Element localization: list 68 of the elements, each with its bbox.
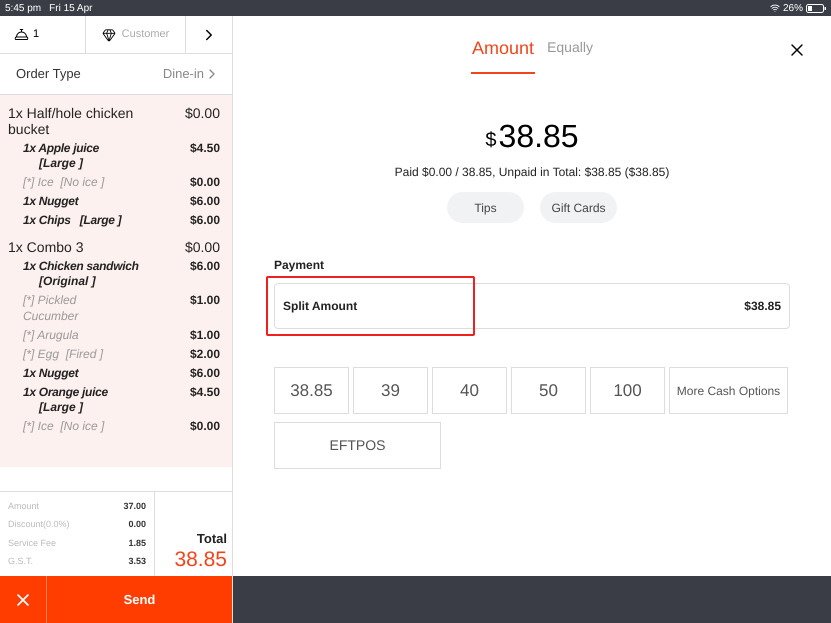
- item-price: $4.50: [190, 140, 221, 156]
- total-label: Total: [196, 530, 227, 548]
- item-price: $6.00: [190, 365, 221, 381]
- cash-option-button[interactable]: 50: [511, 367, 586, 414]
- cash-option-button[interactable]: 100: [590, 367, 665, 414]
- cash-option-button[interactable]: 38.85: [274, 367, 349, 414]
- extra-button[interactable]: Tips: [447, 192, 524, 223]
- payment-value: $38.85: [744, 298, 781, 315]
- summary-value: 1.85: [128, 536, 146, 550]
- summary-value: 37.00: [123, 500, 146, 512]
- item-name: [*] Pickled Cucumber: [22, 292, 80, 324]
- order-type-label: Order Type: [16, 65, 81, 84]
- item-price: $1.00: [190, 327, 221, 343]
- item-name: 1x Combo 3: [7, 239, 84, 255]
- summary-value: 3.53: [128, 555, 146, 568]
- payment-name: Split Amount: [283, 298, 358, 315]
- item-name: 1x Chicken sandwich: [22, 258, 140, 274]
- status-time: 5:45 pm: [5, 2, 42, 16]
- payment-status: Paid $0.00 / 38.85, Unpaid in Total: $38.85 ($38.85): [394, 164, 670, 181]
- item-price: $6.00: [190, 193, 221, 209]
- payment-method-button[interactable]: EFTPOS: [274, 422, 441, 469]
- item-price: $6.00: [190, 258, 221, 274]
- item-price: $0.00: [190, 418, 221, 434]
- item-name: 1x Half/hole chicken bucket: [7, 105, 134, 137]
- item-price: $0.00: [190, 174, 221, 190]
- total-value: 38.85: [174, 548, 227, 572]
- summary-label: G.S.T.: [8, 555, 34, 568]
- customer-placeholder: Customer: [122, 27, 170, 42]
- item-name: 1x Apple juice: [22, 140, 100, 156]
- payment-label: Payment: [274, 257, 326, 274]
- extra-button[interactable]: Gift Cards: [540, 192, 617, 223]
- summary-label: Service Fee: [8, 536, 56, 550]
- amount-value: 38.85: [498, 117, 579, 156]
- summary-label: Amount: [8, 500, 40, 512]
- bell-icon: [14, 27, 29, 42]
- battery-percent: 26%: [782, 2, 803, 16]
- item-option: [Large ]: [0, 156, 150, 171]
- item-name: 1x Chips [Large ]: [22, 212, 123, 228]
- item-name: 1x Nugget: [22, 193, 80, 209]
- guests-button[interactable]: 1: [0, 16, 86, 53]
- item-price: $2.00: [190, 346, 221, 362]
- order-type-value: Dine-in: [162, 65, 204, 84]
- wifi-icon: [770, 3, 780, 13]
- tab[interactable]: Amount: [471, 35, 536, 74]
- status-date: Fri 15 Apr: [49, 2, 92, 16]
- summary-value: 0.00: [128, 518, 146, 531]
- item-price: $1.00: [190, 292, 221, 308]
- summary-label: Discount(0.0%): [8, 518, 70, 531]
- item-name: 1x Nugget: [22, 365, 80, 381]
- item-price: $0.00: [184, 239, 221, 255]
- cash-option-button[interactable]: 39: [353, 367, 428, 414]
- item-name: [*] Egg [Fired ]: [22, 346, 104, 362]
- cash-option-button[interactable]: More Cash Options: [669, 367, 788, 414]
- item-option: [Original ]: [0, 274, 150, 289]
- item-name: [*] Ice [No ice ]: [22, 174, 106, 190]
- gem-icon: [102, 28, 116, 42]
- item-price: $0.00: [184, 105, 221, 121]
- item-price: $6.00: [190, 212, 221, 228]
- cash-option-button[interactable]: 40: [432, 367, 507, 414]
- item-name: [*] Ice [No ice ]: [22, 418, 106, 434]
- item-price: $4.50: [190, 384, 221, 400]
- guest-count: 1: [33, 27, 40, 42]
- item-name: [*] Arugula: [22, 327, 80, 343]
- currency-symbol: $: [485, 128, 497, 153]
- battery-icon: [806, 4, 826, 12]
- item-option: [Large ]: [0, 400, 150, 415]
- item-name: 1x Orange juice: [22, 384, 109, 400]
- payment-row[interactable]: Split Amount $38.85: [274, 283, 790, 329]
